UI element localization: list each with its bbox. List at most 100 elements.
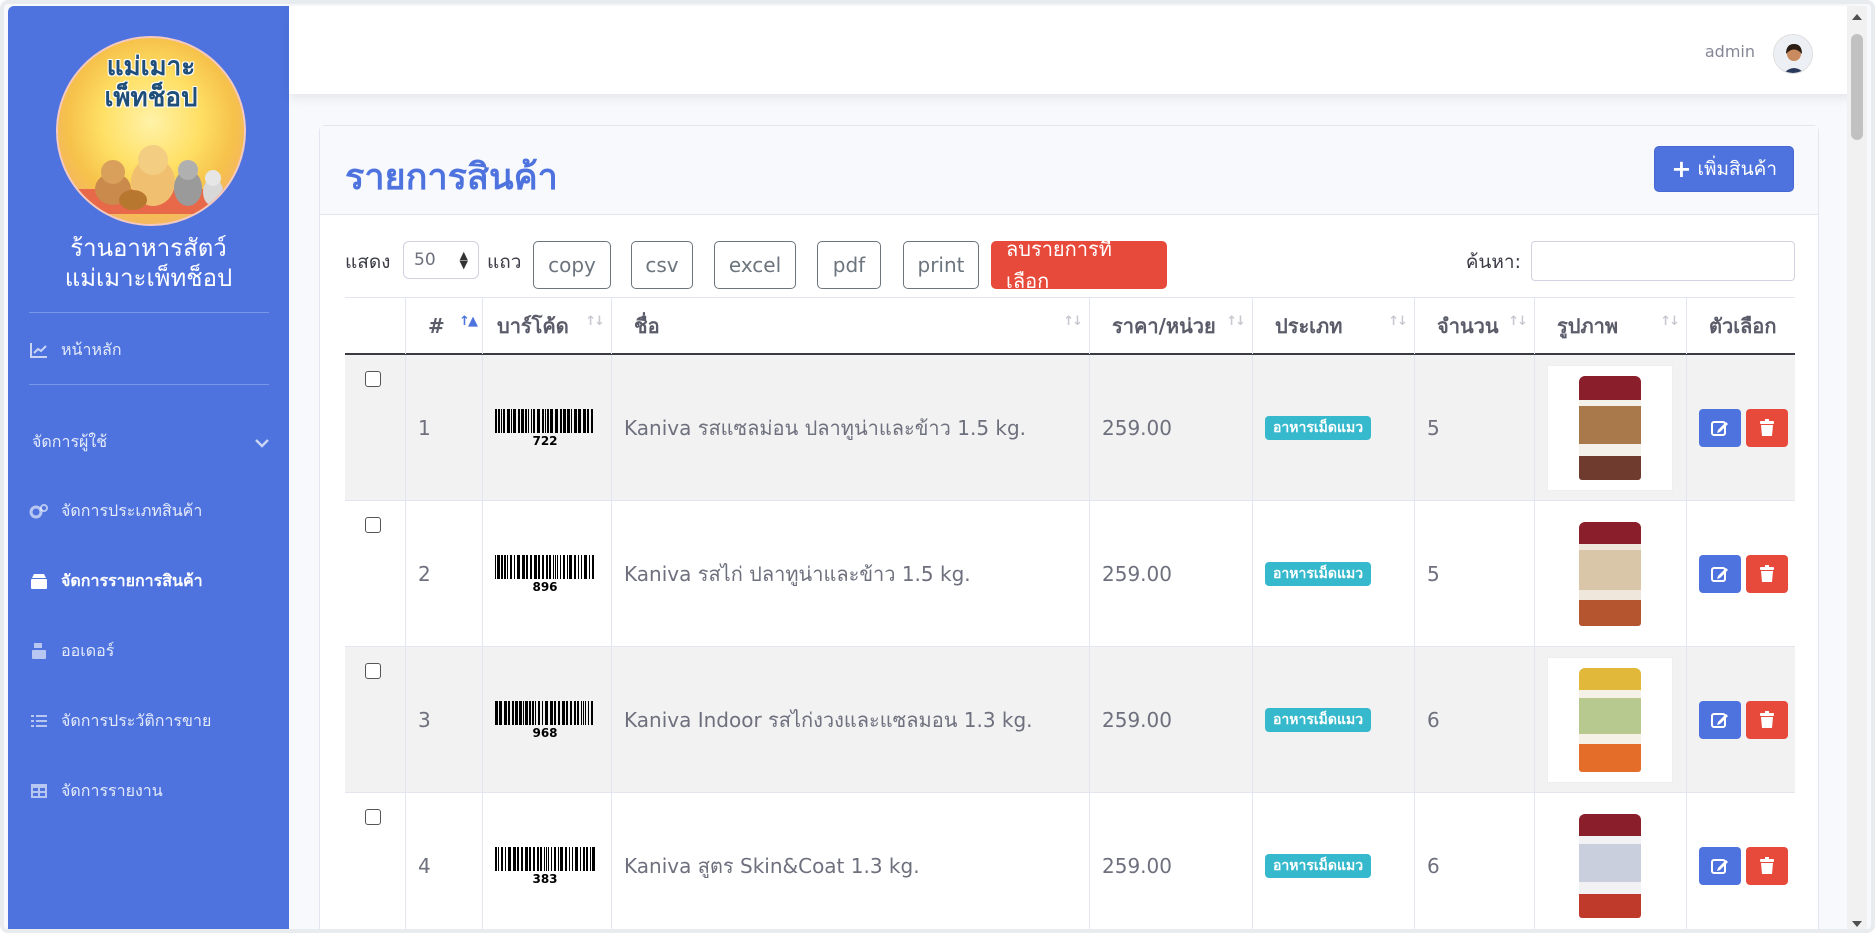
- options-cell: [1686, 793, 1795, 929]
- column-header-label: #: [428, 314, 445, 338]
- delete-selected-button[interactable]: ลบรายการที่เลือก: [991, 237, 1167, 293]
- column-header-name[interactable]: ชื่อ ↑↓: [611, 298, 1089, 354]
- sort-asc-icon: ↑▲: [459, 314, 478, 329]
- column-header-category[interactable]: ประเภท ↑↓: [1252, 298, 1414, 354]
- search-input[interactable]: [1531, 241, 1795, 281]
- barcode-cell: 383: [482, 793, 611, 929]
- copy-button[interactable]: copy: [533, 241, 611, 289]
- sidebar-item-sales-history[interactable]: จัดการประวัติการขาย: [29, 705, 274, 737]
- sidebar-item-label: จัดการประวัติการขาย: [61, 710, 212, 730]
- sidebar-item-home[interactable]: หน้าหลัก: [29, 334, 274, 366]
- excel-button[interactable]: excel: [714, 241, 796, 289]
- scroll-up-icon[interactable]: [1852, 14, 1862, 20]
- qty-cell: 6: [1414, 647, 1534, 793]
- price-cell: 259.00: [1089, 355, 1252, 501]
- delete-button[interactable]: [1746, 847, 1788, 885]
- barcode-bars: [495, 700, 593, 725]
- image-cell: [1534, 501, 1686, 647]
- product-image: [1547, 803, 1673, 929]
- row-checkbox[interactable]: [365, 809, 381, 825]
- column-header-label: บาร์โค้ด: [497, 314, 569, 338]
- table-header: # ↑▲ บาร์โค้ด ↑↓ ชื่อ ↑↓ ราคา/หน่วย ↑↓ ป…: [345, 297, 1795, 355]
- user-name[interactable]: admin: [1705, 42, 1755, 61]
- trash-icon: [1760, 419, 1774, 436]
- category-badge: อาหารเม็ดแมว: [1265, 562, 1372, 586]
- pdf-button[interactable]: pdf: [817, 241, 881, 289]
- select-cell: [345, 355, 405, 501]
- category-cell: อาหารเม็ดแมว: [1252, 501, 1414, 647]
- row-checkbox[interactable]: [365, 663, 381, 679]
- barcode: 968: [495, 700, 595, 740]
- sidebar-item-label: ออเดอร์: [61, 640, 115, 660]
- sort-icon: ↑↓: [585, 314, 605, 329]
- column-header-price[interactable]: ราคา/หน่วย ↑↓: [1089, 298, 1252, 354]
- sidebar-item-categories[interactable]: จัดการประเภทสินค้า: [29, 495, 274, 527]
- sidebar-item-users[interactable]: จัดการผู้ใช้: [32, 426, 277, 458]
- column-header-barcode[interactable]: บาร์โค้ด ↑↓: [482, 298, 611, 354]
- column-header-qty[interactable]: จำนวน ↑↓: [1414, 298, 1534, 354]
- edit-button[interactable]: [1699, 409, 1741, 447]
- card-header: รายการสินค้า + เพิ่มสินค้า: [320, 126, 1818, 215]
- column-header-label: ประเภท: [1275, 314, 1343, 338]
- plus-icon: +: [1671, 155, 1692, 183]
- edit-icon: [1711, 567, 1728, 582]
- edit-button[interactable]: [1699, 847, 1741, 885]
- product-bag: [1579, 522, 1641, 626]
- scroll-thumb[interactable]: [1851, 34, 1863, 140]
- image-cell: [1534, 793, 1686, 929]
- user-avatar[interactable]: [1773, 34, 1813, 74]
- page-scrollbar[interactable]: [1847, 6, 1867, 929]
- no-cell: 2: [405, 501, 482, 647]
- sidebar-item-products[interactable]: จัดการรายการสินค้า: [29, 565, 274, 597]
- sidebar-item-label: จัดการรายงาน: [61, 780, 163, 800]
- barcode: 722: [495, 408, 595, 448]
- shop-name-line2: แม่เมาะเพ็ทช็อป: [64, 264, 233, 292]
- product-card: รายการสินค้า + เพิ่มสินค้า แสดง 50 ▲ ▼ แถ…: [319, 125, 1819, 929]
- row-checkbox[interactable]: [365, 517, 381, 533]
- name-cell: Kaniva รสแซลม่อน ปลาทูน่าและข้าว 1.5 kg.: [611, 355, 1089, 501]
- box-icon: [29, 571, 49, 591]
- row-checkbox[interactable]: [365, 371, 381, 387]
- price-cell: 259.00: [1089, 501, 1252, 647]
- logo-text-line2: เพ็ทช็อป: [104, 83, 198, 113]
- trash-icon: [1760, 565, 1774, 582]
- page-length-select[interactable]: 50 ▲ ▼: [403, 241, 479, 279]
- no-cell: 1: [405, 355, 482, 501]
- delete-button[interactable]: [1746, 409, 1788, 447]
- column-header-image[interactable]: รูปภาพ ↑↓: [1534, 298, 1686, 354]
- options-cell: [1686, 501, 1795, 647]
- select-cell: [345, 793, 405, 929]
- delete-button[interactable]: [1746, 555, 1788, 593]
- print-button[interactable]: print: [903, 241, 979, 289]
- list-icon: [29, 711, 49, 731]
- sidebar-item-label: หน้าหลัก: [61, 339, 122, 359]
- csv-button[interactable]: csv: [631, 241, 693, 289]
- qty-cell: 5: [1414, 501, 1534, 647]
- chart-line-icon: [29, 340, 49, 360]
- sidebar-item-orders[interactable]: ออเดอร์: [29, 635, 274, 667]
- shop-logo[interactable]: แม่เมาะ เพ็ทช็อป: [56, 36, 246, 226]
- sort-icon: ↑↓: [1508, 314, 1528, 329]
- delete-button[interactable]: [1746, 701, 1788, 739]
- cogs-icon: [29, 501, 49, 521]
- edit-button[interactable]: [1699, 701, 1741, 739]
- edit-icon: [1711, 859, 1728, 874]
- column-header-no[interactable]: # ↑▲: [405, 298, 482, 354]
- category-cell: อาหารเม็ดแมว: [1252, 647, 1414, 793]
- barcode-bars: [495, 554, 594, 579]
- sidebar-divider: [29, 312, 269, 313]
- category-badge: อาหารเม็ดแมว: [1265, 416, 1372, 440]
- barcode-bars: [495, 408, 593, 433]
- barcode-number: 383: [532, 871, 558, 886]
- scroll-down-icon[interactable]: [1852, 921, 1862, 927]
- search-label: ค้นหา:: [1465, 251, 1521, 273]
- edit-icon: [1711, 713, 1728, 728]
- barcode-number: 722: [532, 433, 558, 448]
- product-bag: [1579, 668, 1641, 772]
- sidebar-item-reports[interactable]: จัดการรายงาน: [29, 775, 274, 807]
- logo-text-line1: แม่เมาะ: [106, 52, 196, 82]
- barcode: 383: [495, 846, 595, 886]
- edit-button[interactable]: [1699, 555, 1741, 593]
- product-image: [1547, 365, 1673, 491]
- add-product-button[interactable]: + เพิ่มสินค้า: [1654, 146, 1794, 192]
